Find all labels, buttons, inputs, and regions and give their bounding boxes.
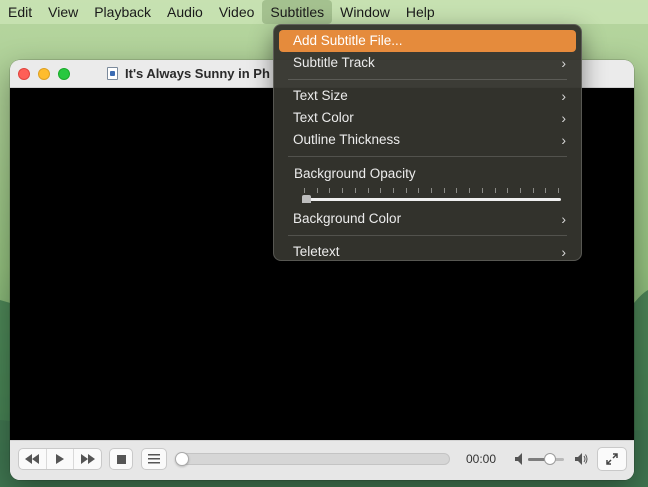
playlist-button[interactable] <box>141 448 167 470</box>
slider-knob[interactable] <box>302 195 311 203</box>
slider-tick <box>418 188 420 193</box>
menu-item-outline-thickness[interactable]: Outline Thickness › <box>279 129 576 151</box>
menu-help[interactable]: Help <box>398 0 443 24</box>
background-opacity-slider[interactable] <box>294 186 561 208</box>
slider-tick <box>469 188 471 193</box>
menu-subtitles[interactable]: Subtitles <box>262 0 333 24</box>
slider-tick <box>456 188 458 193</box>
stop-icon <box>116 454 126 464</box>
menu-item-label: Text Size <box>293 88 348 103</box>
playlist-icon <box>148 454 160 464</box>
fullscreen-button[interactable] <box>597 447 627 471</box>
slider-tick <box>342 188 344 193</box>
menu-item-label: Outline Thickness <box>293 132 401 147</box>
slider-tick <box>545 188 547 193</box>
menu-item-teletext[interactable]: Teletext › <box>279 241 576 263</box>
slider-tick <box>481 188 483 193</box>
chevron-right-icon: › <box>561 55 566 71</box>
menu-separator <box>288 156 567 157</box>
seek-knob[interactable] <box>175 452 189 466</box>
subtitles-menu: Add Subtitle File... Subtitle Track › Te… <box>273 24 582 261</box>
menu-item-label: Subtitle Track <box>293 55 375 70</box>
menu-edit[interactable]: Edit <box>0 0 40 24</box>
seek-bar[interactable] <box>175 452 450 466</box>
play-button[interactable] <box>47 449 75 469</box>
background-opacity-label: Background Opacity <box>294 166 416 181</box>
slider-tick <box>532 188 534 193</box>
fast-forward-icon <box>80 454 95 464</box>
menu-view[interactable]: View <box>40 0 86 24</box>
chevron-right-icon: › <box>561 110 566 126</box>
menu-audio[interactable]: Audio <box>159 0 211 24</box>
slider-tick <box>392 188 394 193</box>
play-icon <box>56 454 64 464</box>
zoom-window-button[interactable] <box>58 68 70 80</box>
menu-item-text-size[interactable]: Text Size › <box>279 85 576 107</box>
slider-tick <box>443 188 445 193</box>
slider-tick <box>519 188 521 193</box>
slider-tick <box>507 188 509 193</box>
chevron-right-icon: › <box>561 211 566 227</box>
rewind-button[interactable] <box>19 449 47 469</box>
menu-item-label: Add Subtitle File... <box>293 33 403 48</box>
volume-knob[interactable] <box>543 453 556 465</box>
menu-item-label: Teletext <box>293 244 340 259</box>
rewind-icon <box>25 454 40 464</box>
menu-playback[interactable]: Playback <box>86 0 159 24</box>
fullscreen-icon <box>606 453 618 465</box>
slider-tick <box>304 188 305 193</box>
volume-high-icon[interactable] <box>575 453 588 465</box>
menu-separator <box>288 79 567 80</box>
slider-tick <box>316 188 318 193</box>
menu-bar: Edit View Playback Audio Video Subtitles… <box>0 0 648 24</box>
transport-buttons <box>18 448 102 470</box>
fast-forward-button[interactable] <box>74 449 101 469</box>
menu-item-background-color[interactable]: Background Color › <box>279 208 576 230</box>
slider-tick <box>558 188 559 193</box>
volume-low-icon[interactable] <box>515 453 525 465</box>
chevron-right-icon: › <box>561 132 566 148</box>
slider-tick <box>494 188 496 193</box>
slider-tick <box>367 188 369 193</box>
chevron-right-icon: › <box>561 244 566 260</box>
window-title: It's Always Sunny in Ph <box>125 66 270 81</box>
playback-controls: 00:00 <box>10 440 634 480</box>
menu-window[interactable]: Window <box>332 0 398 24</box>
time-display: 00:00 <box>466 452 497 466</box>
menu-separator <box>288 235 567 236</box>
menu-item-label: Text Color <box>293 110 354 125</box>
close-window-button[interactable] <box>18 68 30 80</box>
menu-item-label: Background Color <box>293 211 402 226</box>
document-icon <box>107 67 118 80</box>
stop-button[interactable] <box>109 448 133 470</box>
chevron-right-icon: › <box>561 88 566 104</box>
slider-tick <box>405 188 407 193</box>
minimize-window-button[interactable] <box>38 68 50 80</box>
slider-track[interactable] <box>304 198 561 201</box>
menu-video[interactable]: Video <box>211 0 263 24</box>
menu-item-text-color[interactable]: Text Color › <box>279 107 576 129</box>
slider-tick <box>431 188 432 193</box>
menu-item-add-subtitle-file[interactable]: Add Subtitle File... <box>279 30 576 52</box>
menu-item-subtitle-track[interactable]: Subtitle Track › <box>279 52 576 74</box>
slider-tick <box>380 188 382 193</box>
slider-tick <box>354 188 356 193</box>
slider-tick <box>329 188 331 193</box>
